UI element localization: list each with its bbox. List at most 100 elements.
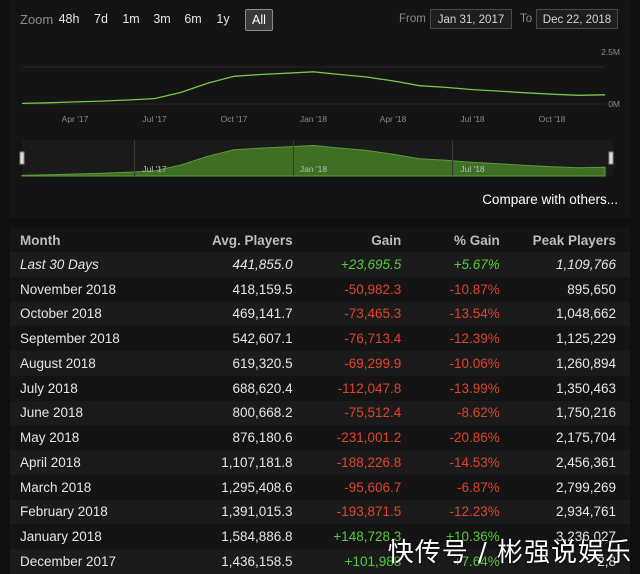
chart-panel: Zoom 48h 7d 1m 3m 6m 1y All From Jan 31,…: [10, 0, 630, 218]
navigator-right-handle[interactable]: [609, 152, 613, 164]
pct-gain-cell: -20.86%: [401, 425, 500, 450]
x-tick-label: Apr '18: [380, 114, 407, 124]
to-date-input[interactable]: Dec 22, 2018: [536, 9, 618, 29]
avg-players-cell: 418,159.5: [167, 277, 292, 302]
month-cell: August 2018: [10, 351, 167, 376]
column-header-pct-gain[interactable]: % Gain: [401, 228, 500, 252]
month-cell: November 2018: [10, 277, 167, 302]
gain-cell: -95,606.7: [293, 475, 402, 500]
pct-gain-cell: +5.67%: [401, 252, 500, 277]
navigator-tick-label: Jul '17: [142, 164, 167, 174]
monthly-stats-table-panel: Month Avg. Players Gain % Gain Peak Play…: [10, 228, 630, 571]
column-header-gain[interactable]: Gain: [293, 228, 402, 252]
month-cell: June 2018: [10, 401, 167, 426]
zoom-label: Zoom: [20, 12, 53, 27]
gain-cell: -75,512.4: [293, 401, 402, 426]
pct-gain-cell: -6.87%: [401, 475, 500, 500]
y-tick-label: 0M: [608, 99, 620, 109]
zoom-all-button[interactable]: All: [245, 9, 273, 31]
gain-cell: -73,465.3: [293, 302, 402, 327]
zoom-3m-button[interactable]: 3m: [151, 9, 173, 29]
pct-gain-cell: -13.99%: [401, 376, 500, 401]
table-header-row: Month Avg. Players Gain % Gain Peak Play…: [10, 228, 630, 252]
navigator-left-handle[interactable]: [20, 152, 24, 164]
x-tick-label: Jul '17: [142, 114, 167, 124]
pct-gain-cell: -10.06%: [401, 351, 500, 376]
gain-cell: -112,047.8: [293, 376, 402, 401]
table-body: Last 30 Days441,855.0+23,695.5+5.67%1,10…: [10, 252, 630, 574]
gain-cell: +148,728.3: [293, 524, 402, 549]
compare-with-others-link[interactable]: Compare with others...: [482, 192, 618, 207]
gain-cell: -50,982.3: [293, 277, 402, 302]
peak-players-cell: 1,350,463: [500, 376, 630, 401]
month-cell: October 2018: [10, 302, 167, 327]
pct-gain-cell: -14.53%: [401, 450, 500, 475]
x-tick-label: Jul '18: [460, 114, 485, 124]
x-tick-label: Oct '17: [221, 114, 248, 124]
table-row: November 2018418,159.5-50,982.3-10.87%89…: [10, 277, 630, 302]
gain-cell: -76,713.4: [293, 326, 402, 351]
peak-players-cell: 1,260,894: [500, 351, 630, 376]
zoom-6m-button[interactable]: 6m: [182, 9, 204, 29]
from-date-input[interactable]: Jan 31, 2017: [430, 9, 512, 29]
table-row: April 20181,107,181.8-188,226.8-14.53%2,…: [10, 450, 630, 475]
month-cell: March 2018: [10, 475, 167, 500]
peak-players-cell: 2,175,704: [500, 425, 630, 450]
avg-players-cell: 876,180.6: [167, 425, 292, 450]
avg-players-cell: 441,855.0: [167, 252, 292, 277]
y-tick-label: 2.5M: [601, 47, 620, 57]
navigator-tick-label: Jul '18: [460, 164, 485, 174]
month-cell: September 2018: [10, 326, 167, 351]
pct-gain-cell: -13.54%: [401, 302, 500, 327]
avg-players-cell: 1,584,886.8: [167, 524, 292, 549]
series-line: [22, 72, 605, 104]
gain-cell: +101,988: [293, 549, 402, 574]
table-row: June 2018800,668.2-75,512.4-8.62%1,750,2…: [10, 401, 630, 426]
zoom-48h-button[interactable]: 48h: [55, 9, 83, 29]
avg-players-cell: 619,320.5: [167, 351, 292, 376]
table-row: February 20181,391,015.3-193,871.5-12.23…: [10, 500, 630, 525]
peak-players-cell: 1,109,766: [500, 252, 630, 277]
column-header-avg-players[interactable]: Avg. Players: [167, 228, 292, 252]
avg-players-cell: 1,391,015.3: [167, 500, 292, 525]
avg-players-cell: 542,607.1: [167, 326, 292, 351]
column-header-peak-players[interactable]: Peak Players: [500, 228, 630, 252]
peak-players-cell: 1,125,229: [500, 326, 630, 351]
gain-cell: -231,001.2: [293, 425, 402, 450]
x-tick-label: Jan '18: [300, 114, 327, 124]
peak-players-cell: 2,799,269: [500, 475, 630, 500]
avg-players-cell: 800,668.2: [167, 401, 292, 426]
month-cell: Last 30 Days: [10, 252, 167, 277]
table-row: July 2018688,620.4-112,047.8-13.99%1,350…: [10, 376, 630, 401]
from-label: From: [399, 13, 426, 25]
navigator-tick-label: Jan '18: [300, 164, 327, 174]
peak-players-cell: 2,934,761: [500, 500, 630, 525]
zoom-7d-button[interactable]: 7d: [90, 9, 112, 29]
peak-players-cell: 895,650: [500, 277, 630, 302]
gain-cell: -69,299.9: [293, 351, 402, 376]
pct-gain-cell: -12.23%: [401, 500, 500, 525]
table-row-last-30-days: Last 30 Days441,855.0+23,695.5+5.67%1,10…: [10, 252, 630, 277]
zoom-1m-button[interactable]: 1m: [120, 9, 142, 29]
player-count-line-chart: 2.5M 0M Apr '17 Jul '17 Oct '17 Jan '18 Apr '1…: [10, 44, 630, 124]
month-cell: April 2018: [10, 450, 167, 475]
peak-players-cell: 2,456,361: [500, 450, 630, 475]
avg-players-cell: 1,107,181.8: [167, 450, 292, 475]
column-header-month[interactable]: Month: [10, 228, 167, 252]
zoom-1y-button[interactable]: 1y: [214, 9, 232, 29]
avg-players-cell: 1,295,408.6: [167, 475, 292, 500]
table-row: September 2018542,607.1-76,713.4-12.39%1…: [10, 326, 630, 351]
peak-players-cell: 1,048,662: [500, 302, 630, 327]
month-cell: February 2018: [10, 500, 167, 525]
avg-players-cell: 1,436,158.5: [167, 549, 292, 574]
x-tick-label: Apr '17: [62, 114, 89, 124]
avg-players-cell: 688,620.4: [167, 376, 292, 401]
month-cell: May 2018: [10, 425, 167, 450]
gain-cell: -193,871.5: [293, 500, 402, 525]
x-tick-label: Oct '18: [539, 114, 566, 124]
pct-gain-cell: -12.39%: [401, 326, 500, 351]
pct-gain-cell: -10.87%: [401, 277, 500, 302]
navigator-area-chart[interactable]: Jul '17 Jan '18 Jul '18: [10, 140, 630, 180]
monthly-stats-table: Month Avg. Players Gain % Gain Peak Play…: [10, 228, 630, 574]
gain-cell: +23,695.5: [293, 252, 402, 277]
